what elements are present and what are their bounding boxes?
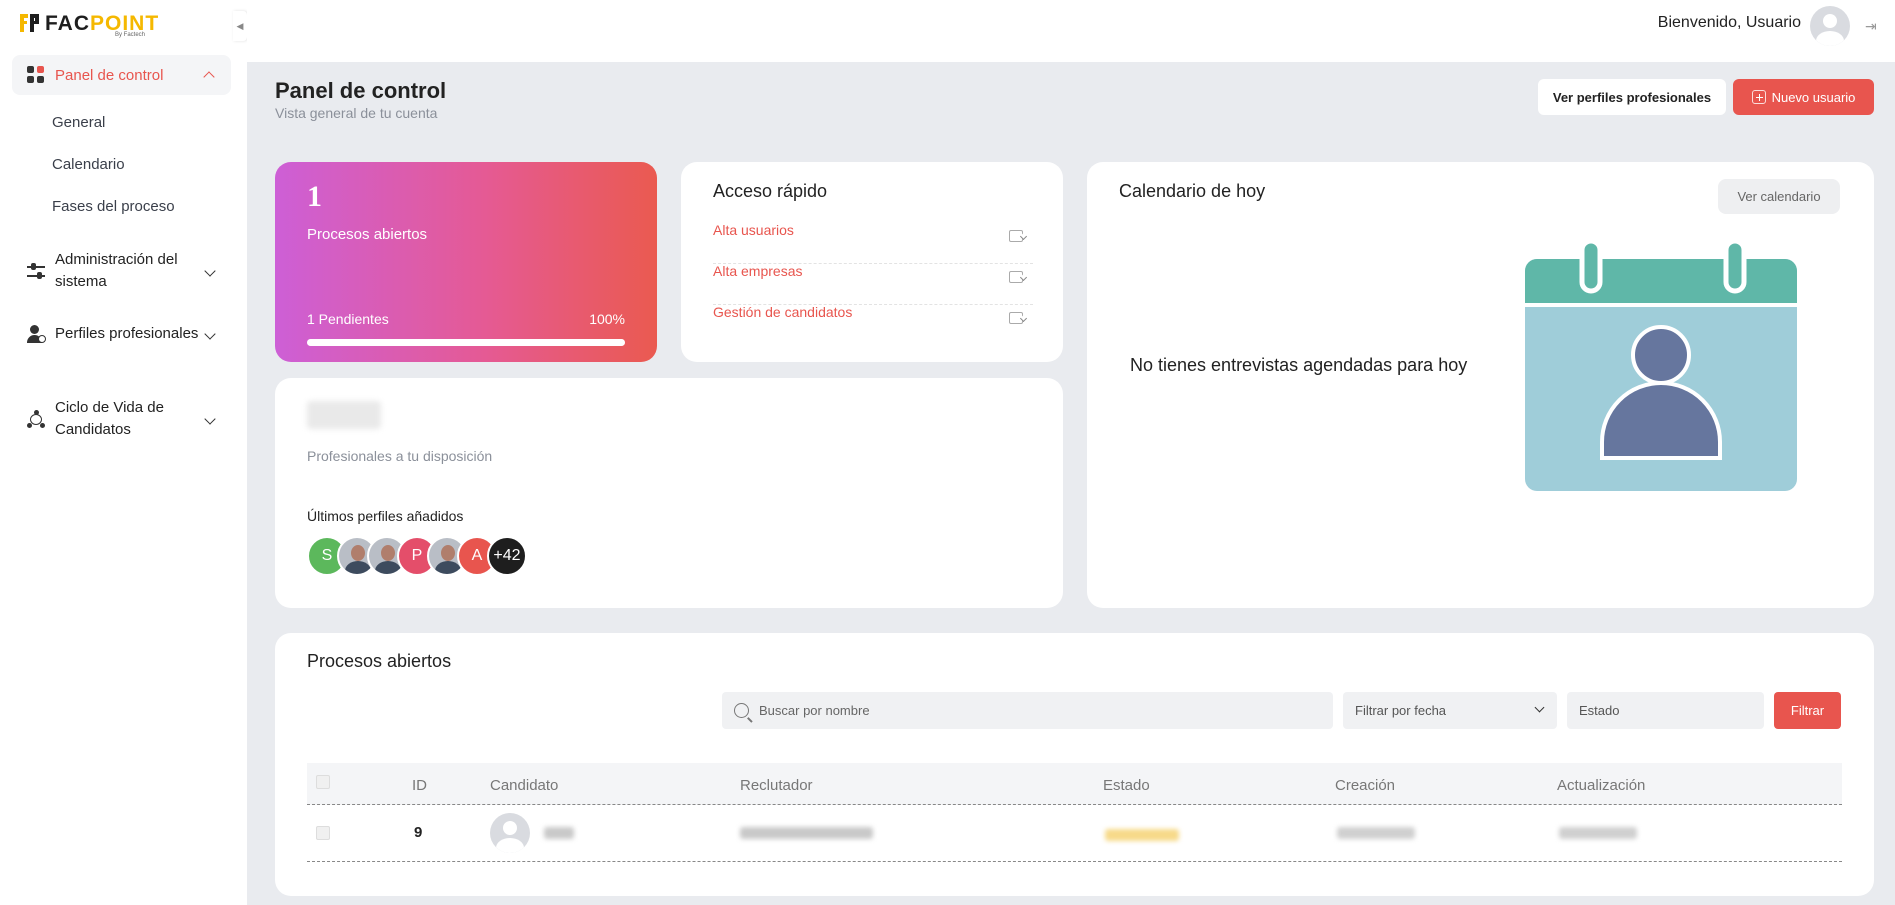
quick-link-label: Gestión de candidatos — [713, 304, 853, 320]
row-id: 9 — [414, 824, 423, 841]
professionals-card: Profesionales a tu disposición Últimos p… — [275, 378, 1063, 608]
column-header-actualizacion[interactable]: Actualización — [1557, 777, 1645, 794]
column-header-reclutador[interactable]: Reclutador — [740, 777, 813, 794]
collapse-sidebar-button[interactable]: ◀ — [233, 11, 247, 41]
progress-percent: 100% — [589, 311, 625, 327]
chevron-up-icon — [203, 71, 215, 83]
column-header-id[interactable]: ID — [412, 777, 427, 794]
search-icon — [734, 703, 749, 718]
sidebar-item-administracion[interactable]: Administración del sistema — [27, 249, 232, 293]
quick-link-label: Alta empresas — [713, 263, 803, 279]
view-profiles-button[interactable]: Ver perfiles profesionales — [1538, 79, 1726, 115]
sidebar: FACPOINT By Factech ◀ Panel de control G… — [0, 0, 247, 905]
status-badge-blurred — [1105, 829, 1179, 841]
chevron-down-icon — [204, 328, 216, 340]
user-avatar[interactable] — [1810, 6, 1850, 46]
new-user-button[interactable]: Nuevo usuario — [1733, 79, 1874, 115]
sidebar-item-perfiles[interactable]: Perfiles profesionales — [27, 323, 232, 345]
chevron-down-icon — [204, 413, 216, 425]
plus-icon — [1751, 90, 1766, 104]
sidebar-subitem-calendario[interactable]: Calendario — [52, 156, 125, 173]
quick-link-alta-usuarios[interactable]: Alta usuarios — [713, 222, 1033, 264]
created-date-blurred — [1337, 827, 1415, 839]
logout-icon[interactable]: ⇥ — [1865, 18, 1883, 34]
sidebar-item-label: Ciclo de Vida de Candidatos — [55, 399, 164, 438]
table-header: ID Candidato Reclutador Estado Creación … — [307, 763, 1842, 805]
logo-subtitle: By Factech — [115, 32, 146, 38]
processes-title: Procesos abiertos — [307, 651, 452, 671]
no-interviews-message: No tienes entrevistas agendadas para hoy — [1130, 355, 1468, 375]
calendar-title: Calendario de hoy — [1119, 181, 1266, 201]
logo-mark-icon — [20, 14, 40, 34]
candidate-name-blurred — [544, 827, 574, 839]
sidebar-subitem-fases[interactable]: Fases del proceso — [52, 198, 175, 215]
new-user-label: Nuevo usuario — [1771, 89, 1856, 105]
quick-access-card: Acceso rápido Alta usuarios Alta empresa… — [681, 162, 1063, 362]
pending-count: 1 Pendientes — [307, 311, 389, 327]
progress-bar — [307, 339, 625, 346]
filter-button[interactable]: Filtrar — [1774, 692, 1841, 729]
chevron-down-icon — [204, 265, 216, 277]
column-header-creacion[interactable]: Creación — [1335, 777, 1395, 794]
open-processes-label: Procesos abiertos — [307, 226, 428, 243]
cycle-nodes-icon — [27, 410, 45, 428]
sidebar-item-label: Administración del sistema — [55, 251, 178, 290]
sidebar-item-label: Panel de control — [55, 66, 164, 84]
candidate-avatar — [490, 813, 530, 853]
sidebar-subitem-general[interactable]: General — [52, 114, 105, 131]
date-filter-label: Filtrar por fecha — [1355, 703, 1447, 718]
search-placeholder: Buscar por nombre — [759, 703, 870, 718]
search-input[interactable]: Buscar por nombre — [722, 692, 1333, 729]
professionals-available-label: Profesionales a tu disposición — [307, 448, 493, 464]
open-link-icon — [1009, 271, 1023, 283]
quick-link-gestion-candidatos[interactable]: Gestión de candidatos — [713, 304, 1033, 346]
updated-date-blurred — [1559, 827, 1637, 839]
view-calendar-button[interactable]: Ver calendario — [1718, 179, 1840, 214]
latest-profiles-label: Últimos perfiles añadidos — [307, 508, 464, 524]
sidebar-item-panel-de-control[interactable]: Panel de control — [12, 55, 231, 95]
progress-fill — [307, 339, 625, 346]
user-check-icon — [27, 325, 46, 343]
recruiter-name-blurred — [740, 827, 873, 839]
dashboard-grid-icon — [27, 66, 45, 84]
sliders-icon — [27, 262, 45, 280]
quick-link-alta-empresas[interactable]: Alta empresas — [713, 263, 1033, 305]
page-subtitle: Vista general de tu cuenta — [275, 105, 438, 121]
profile-avatar-stack: S P A +42 — [307, 536, 527, 576]
chevron-down-icon — [1534, 702, 1545, 713]
page-title: Panel de control — [275, 78, 447, 103]
welcome-text: Bienvenido, Usuario — [1657, 14, 1801, 31]
status-filter-input[interactable]: Estado — [1567, 692, 1764, 729]
more-profiles-badge[interactable]: +42 — [487, 536, 527, 576]
professionals-count-blurred — [307, 401, 381, 429]
column-header-candidato[interactable]: Candidato — [490, 777, 558, 794]
quick-access-title: Acceso rápido — [713, 181, 828, 201]
today-calendar-card: Calendario de hoy Ver calendario No tien… — [1087, 162, 1874, 608]
row-checkbox[interactable] — [316, 826, 330, 840]
table-row[interactable]: 9 — [307, 805, 1842, 862]
open-processes-count: 1 — [307, 180, 322, 213]
quick-link-label: Alta usuarios — [713, 222, 794, 238]
top-bar: Bienvenido, Usuario ⇥ — [247, 0, 1895, 62]
sidebar-item-label: Perfiles profesionales — [55, 325, 199, 342]
column-header-estado[interactable]: Estado — [1103, 777, 1150, 794]
open-link-icon — [1009, 230, 1023, 242]
select-all-checkbox[interactable] — [316, 775, 330, 789]
calendar-person-illustration — [1525, 238, 1797, 491]
sidebar-item-ciclo-de-vida[interactable]: Ciclo de Vida de Candidatos — [27, 397, 232, 441]
date-filter-select[interactable]: Filtrar por fecha — [1343, 692, 1557, 729]
open-processes-card[interactable]: 1 Procesos abiertos 1 Pendientes 100% — [275, 162, 657, 362]
open-processes-table-card: Procesos abiertos Buscar por nombre Filt… — [275, 633, 1874, 896]
open-link-icon — [1009, 312, 1023, 324]
